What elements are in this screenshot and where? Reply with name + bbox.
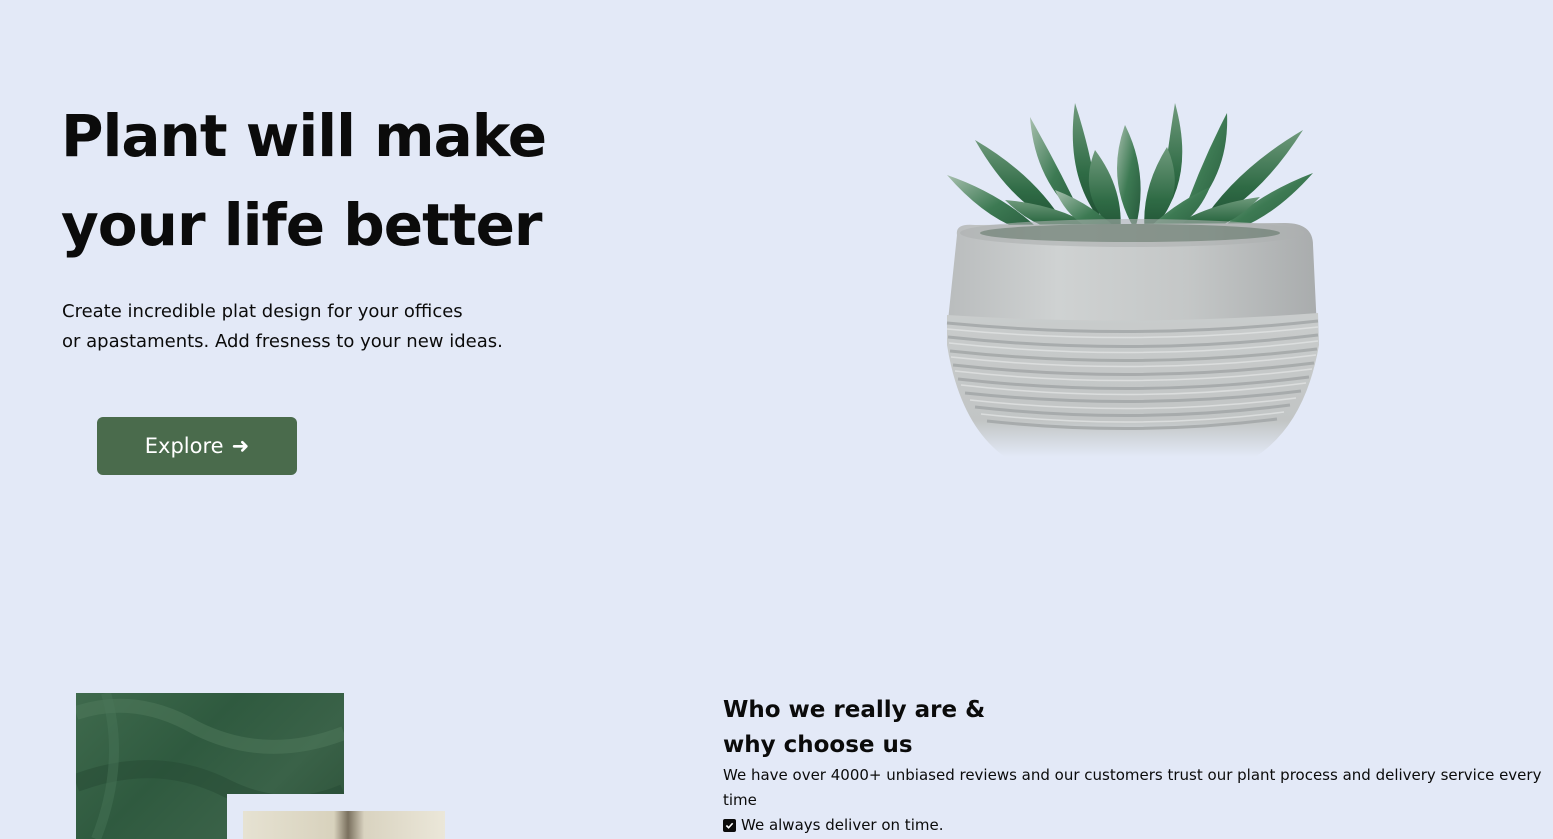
hero-title-line-1: Plant will make bbox=[61, 102, 547, 170]
explore-button-label: Explore bbox=[144, 434, 224, 458]
hero-title: Plant will make your life better bbox=[61, 92, 681, 270]
succulent-pot-image bbox=[935, 95, 1330, 470]
about-images bbox=[76, 693, 456, 839]
checklist-item: We always deliver on time. bbox=[723, 813, 943, 838]
hero-subtitle-line-2: or apastaments. Add fresness to your new… bbox=[62, 331, 503, 352]
about-title-line-1: Who we really are & bbox=[723, 697, 986, 723]
checklist-item-text: We always deliver on time. bbox=[741, 816, 944, 834]
hero-subtitle-line-1: Create incredible plat design for your o… bbox=[62, 301, 463, 322]
page: Plant will make your life better Create … bbox=[0, 0, 1553, 839]
light-plant-image bbox=[243, 811, 445, 839]
checkbox-checked-icon bbox=[723, 819, 736, 832]
pot bbox=[946, 219, 1319, 457]
about-title-line-2: why choose us bbox=[723, 732, 913, 758]
arrow-right-icon: ➜ bbox=[231, 434, 250, 458]
hero-title-line-2: your life better bbox=[61, 191, 543, 259]
about-description: We have over 4000+ unbiased reviews and … bbox=[723, 766, 1542, 809]
about-title: Who we really are & why choose us bbox=[723, 693, 985, 763]
succulent-pot-illustration bbox=[946, 103, 1319, 457]
checkmark-glyph bbox=[725, 822, 734, 829]
hero-subtitle: Create incredible plat design for your o… bbox=[62, 297, 582, 357]
explore-button[interactable]: Explore ➜ bbox=[97, 417, 297, 475]
